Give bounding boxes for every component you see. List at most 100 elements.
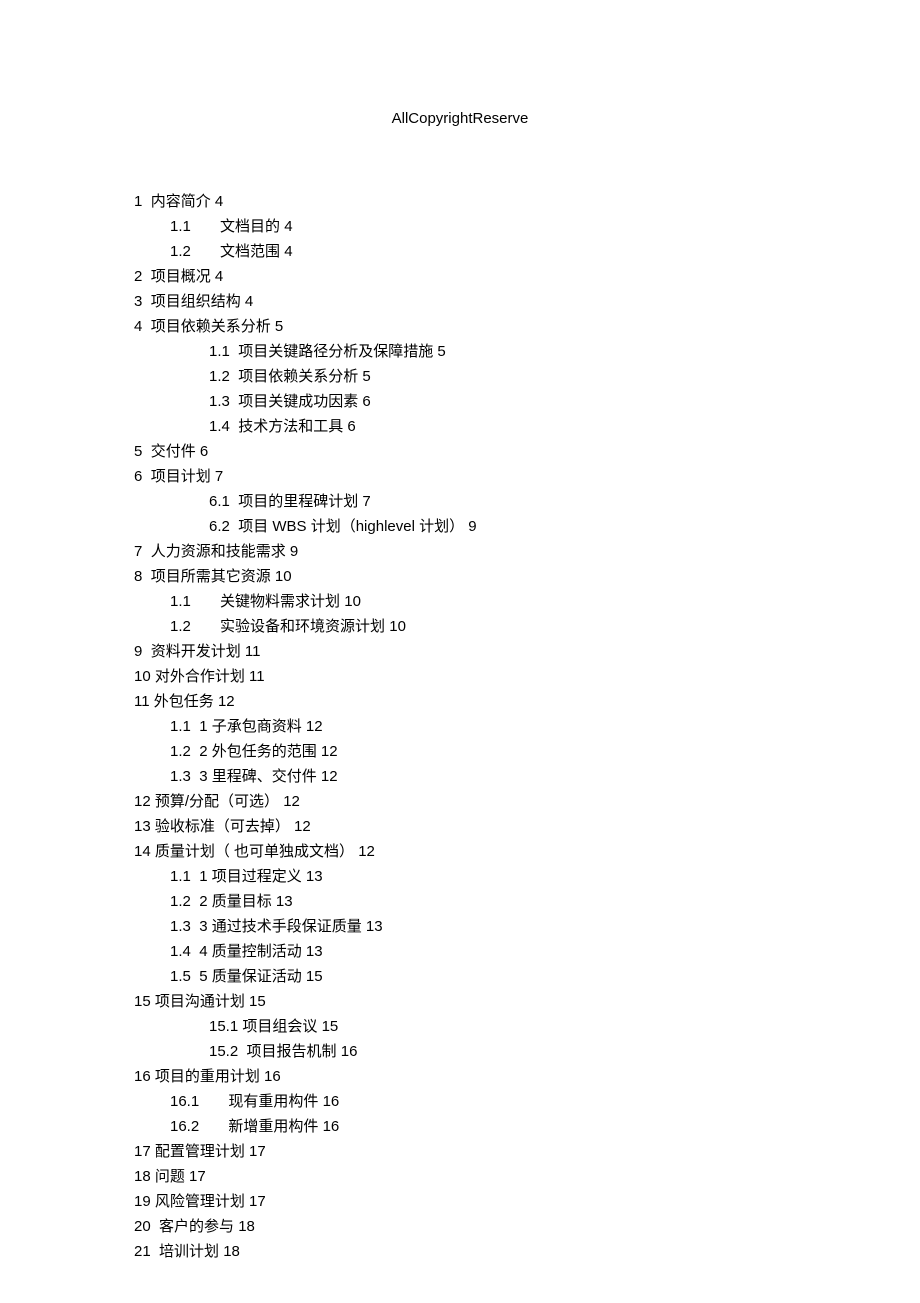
toc-number: 1.1	[170, 714, 191, 739]
toc-text: 3 通过技术手段保证质量	[199, 918, 362, 935]
toc-entry: 14 质量计划（ 也可单独成文档） 12	[134, 839, 920, 864]
toc-page: 16	[323, 1118, 340, 1135]
toc-number: 11	[134, 689, 150, 714]
toc-text: 人力资源和技能需求	[151, 543, 286, 560]
toc-number: 1	[134, 189, 142, 214]
toc-page: 12	[306, 718, 323, 735]
toc-text: 项目计划	[151, 468, 211, 485]
toc-page: 13	[366, 918, 383, 935]
toc-number: 1.2	[170, 889, 191, 914]
toc-entry: 16.2 新增重用构件 16	[170, 1114, 920, 1139]
toc-entry: 13 验收标准（可去掉） 12	[134, 814, 920, 839]
toc-entry: 9 资料开发计划 11	[134, 639, 920, 664]
toc-number: 1.5	[170, 964, 191, 989]
toc-text: 对外合作计划	[155, 668, 245, 685]
toc-page: 9	[290, 543, 298, 560]
toc-page: 4	[215, 193, 223, 210]
toc-entry: 16.1 现有重用构件 16	[170, 1089, 920, 1114]
table-of-contents: 1 内容简介 41.1 文档目的 41.2 文档范围 42 项目概况 43 项目…	[134, 189, 920, 1264]
toc-entry: 17 配置管理计划 17	[134, 1139, 920, 1164]
toc-text: 2 质量目标	[199, 893, 272, 910]
toc-page: 4	[245, 293, 253, 310]
toc-page: 4	[215, 268, 223, 285]
toc-page: 11	[245, 643, 261, 660]
toc-number: 17	[134, 1139, 151, 1164]
toc-page: 7	[215, 468, 223, 485]
toc-entry: 1.4 4 质量控制活动 13	[170, 939, 920, 964]
toc-text: 项目的里程碑计划	[238, 493, 358, 510]
toc-number: 5	[134, 439, 142, 464]
toc-entry: 1.3 3 通过技术手段保证质量 13	[170, 914, 920, 939]
toc-number: 8	[134, 564, 142, 589]
toc-page: 17	[249, 1193, 266, 1210]
toc-text: 交付件	[151, 443, 196, 460]
toc-page: 10	[344, 593, 361, 610]
toc-text: 问题	[155, 1168, 185, 1185]
toc-page: 17	[189, 1168, 206, 1185]
toc-page: 12	[358, 843, 375, 860]
toc-number: 1.3	[170, 914, 191, 939]
toc-text: 文档目的	[220, 218, 280, 235]
toc-page: 13	[276, 893, 293, 910]
toc-page: 16	[341, 1043, 358, 1060]
document-page: AllCopyrightReserve 1 内容简介 41.1 文档目的 41.…	[0, 0, 920, 1264]
toc-text: 项目关键路径分析及保障措施	[238, 343, 433, 360]
toc-entry: 1.1 文档目的 4	[170, 214, 920, 239]
toc-text: 现有重用构件	[228, 1093, 318, 1110]
toc-text: 项目 WBS 计划（highlevel 计划）	[238, 518, 464, 535]
toc-text: 配置管理计划	[155, 1143, 245, 1160]
toc-page: 18	[223, 1243, 240, 1260]
toc-number: 2	[134, 264, 142, 289]
toc-number: 4	[134, 314, 142, 339]
toc-number: 1.4	[170, 939, 191, 964]
toc-entry: 3 项目组织结构 4	[134, 289, 920, 314]
toc-entry: 1.2 2 外包任务的范围 12	[170, 739, 920, 764]
toc-number: 1.1	[209, 339, 230, 364]
toc-text: 新增重用构件	[228, 1118, 318, 1135]
toc-entry: 11 外包任务 12	[134, 689, 920, 714]
toc-page: 11	[249, 668, 265, 685]
toc-number: 21	[134, 1239, 151, 1264]
toc-entry: 1.5 5 质量保证活动 15	[170, 964, 920, 989]
toc-number: 9	[134, 639, 142, 664]
toc-entry: 2 项目概况 4	[134, 264, 920, 289]
toc-entry: 7 人力资源和技能需求 9	[134, 539, 920, 564]
toc-page: 6	[347, 418, 355, 435]
toc-entry: 5 交付件 6	[134, 439, 920, 464]
toc-entry: 20 客户的参与 18	[134, 1214, 920, 1239]
toc-entry: 6 项目计划 7	[134, 464, 920, 489]
toc-number: 1.4	[209, 414, 230, 439]
toc-text: 项目依赖关系分析	[151, 318, 271, 335]
toc-page: 13	[306, 868, 323, 885]
toc-entry: 1.1 1 子承包商资料 12	[170, 714, 920, 739]
toc-text: 项目依赖关系分析	[238, 368, 358, 385]
toc-number: 15.1	[209, 1014, 238, 1039]
toc-entry: 18 问题 17	[134, 1164, 920, 1189]
toc-text: 4 质量控制活动	[199, 943, 302, 960]
toc-page: 13	[306, 943, 323, 960]
toc-page: 15	[249, 993, 266, 1010]
toc-page: 4	[284, 243, 292, 260]
toc-text: 资料开发计划	[151, 643, 241, 660]
toc-entry: 8 项目所需其它资源 10	[134, 564, 920, 589]
toc-number: 6.1	[209, 489, 230, 514]
toc-page: 17	[249, 1143, 266, 1160]
toc-number: 15.2	[209, 1039, 238, 1064]
toc-number: 1.2	[170, 239, 191, 264]
toc-page: 16	[323, 1093, 340, 1110]
toc-text: 5 质量保证活动	[199, 968, 302, 985]
toc-entry: 16 项目的重用计划 16	[134, 1064, 920, 1089]
toc-text: 项目所需其它资源	[151, 568, 271, 585]
toc-text: 质量计划（ 也可单独成文档）	[155, 843, 354, 860]
toc-entry: 1.2 2 质量目标 13	[170, 889, 920, 914]
toc-number: 6.2	[209, 514, 230, 539]
toc-text: 培训计划	[159, 1243, 219, 1260]
toc-page: 16	[264, 1068, 281, 1085]
toc-number: 10	[134, 664, 151, 689]
toc-text: 项目组织结构	[151, 293, 241, 310]
toc-text: 预算/分配（可选）	[155, 793, 279, 810]
toc-number: 1.1	[170, 214, 191, 239]
toc-page: 10	[275, 568, 292, 585]
toc-number: 1.3	[209, 389, 230, 414]
toc-entry: 10 对外合作计划 11	[134, 664, 920, 689]
